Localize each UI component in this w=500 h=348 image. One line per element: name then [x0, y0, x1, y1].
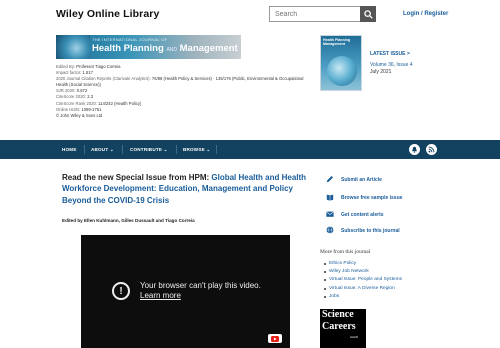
rss-button[interactable]: [426, 144, 437, 155]
video-error-message: Your browser can't play this video.: [140, 281, 261, 290]
wiley-logo[interactable]: Wiley Online Library: [56, 8, 159, 20]
nav-home[interactable]: HOME: [62, 147, 77, 152]
issue-volume[interactable]: Volume 36, Issue 4: [370, 62, 413, 68]
journal-nav-bar: HOME ABOUT ⌄ CONTRIBUTE ⌄ BROWSE ⌄: [0, 140, 500, 159]
more-from-journal-heading: More from this journal: [320, 249, 371, 255]
rss-icon: [428, 146, 435, 153]
journal-cover[interactable]: Health Planning Management: [320, 35, 362, 91]
nav-contribute-label: CONTRIBUTE: [130, 147, 163, 152]
list-item-virtual-issue-region[interactable]: Virtual Issue: A Diverse Region: [324, 285, 402, 293]
metadata-label: CiteScore 2020:: [56, 94, 88, 100]
alert-icon: !: [112, 282, 130, 300]
ad-line-science: Science: [322, 309, 354, 320]
pencil-icon: [326, 175, 334, 183]
metadata-value: 1099-1751: [81, 106, 102, 112]
journal-metadata: Edited By: Professor Tiago Correia Impact…: [56, 64, 306, 119]
book-icon: [326, 193, 334, 201]
nav-about[interactable]: ABOUT ⌄: [91, 147, 114, 153]
ad-line-careers: Careers: [322, 321, 356, 332]
metadata-line: © John Wiley & Sons Ltd: [56, 113, 306, 119]
chevron-down-icon: ⌄: [109, 147, 114, 152]
metadata-value: 2.3: [87, 94, 94, 100]
globe-image: [56, 35, 90, 59]
search-icon: [363, 9, 373, 19]
metadata-label: 2020 Journal Citation Reports (Clarivate…: [56, 76, 152, 82]
nav-browse-label: BROWSE: [183, 147, 205, 152]
metadata-line: 2020 Journal Citation Reports (Clarivate…: [56, 76, 306, 88]
metadata-label: SJR 2020:: [56, 88, 77, 94]
list-item-virtual-issue-people[interactable]: Virtual Issue: People and Systems: [324, 276, 402, 284]
nav-divider: [84, 145, 85, 154]
chevron-down-icon: ⌄: [206, 147, 211, 152]
youtube-icon: [271, 335, 279, 342]
list-item-ethics-policy[interactable]: Ethics Policy: [324, 260, 402, 268]
nav-about-label: ABOUT: [91, 147, 109, 152]
nav-divider: [176, 145, 177, 154]
metadata-value: © John Wiley & Sons Ltd: [56, 112, 103, 118]
nav-browse[interactable]: BROWSE ⌄: [183, 147, 210, 153]
metadata-value: Professor Tiago Correia: [76, 64, 121, 69]
more-from-journal-list: Ethics Policy Wiley Job Network Virtual …: [324, 260, 402, 301]
chevron-down-icon: ⌄: [163, 147, 168, 152]
top-bar: Wiley Online Library Login / Register: [0, 0, 500, 30]
metadata-label: Impact factor:: [56, 70, 83, 76]
content-alerts-link[interactable]: Get content alerts: [341, 212, 384, 218]
journal-banner[interactable]: THE INTERNATIONAL JOURNAL OF Health Plan…: [56, 35, 241, 59]
metadata-value: 0.672: [76, 88, 88, 94]
banner-subtitle: THE INTERNATIONAL JOURNAL OF: [92, 37, 168, 42]
cover-title: Health Planning Management: [323, 38, 351, 46]
headline-prefix: Read the new Special Issue from HPM:: [62, 173, 212, 182]
nav-divider: [122, 145, 123, 154]
latest-issue-link[interactable]: LATEST ISSUE >: [370, 51, 410, 57]
special-issue-headline: Read the new Special Issue from HPM: Glo…: [62, 172, 312, 206]
chevron-right-icon: >: [406, 51, 410, 57]
editors-line: Edited by Ellen Kuhlmann, Gilles Dussaul…: [62, 218, 195, 223]
nav-contribute[interactable]: CONTRIBUTE ⌄: [130, 147, 168, 153]
globe-icon: [326, 226, 334, 234]
bell-icon: [412, 146, 417, 153]
list-item-job-network[interactable]: Wiley Job Network: [324, 268, 402, 276]
issue-date: July 2021: [370, 69, 392, 75]
subscribe-link[interactable]: Subscribe to this journal: [341, 228, 400, 234]
search-button[interactable]: [360, 6, 376, 22]
metadata-label: CiteScore Rank 2020:: [56, 100, 99, 106]
metadata-value: 114/242 (Health Policy): [98, 100, 142, 106]
science-careers-ad[interactable]: Science Careers AAAS: [320, 309, 366, 348]
envelope-icon: [326, 210, 334, 218]
metadata-value: 1.517: [82, 70, 94, 76]
learn-more-link[interactable]: Learn more: [140, 291, 181, 300]
nav-divider: [216, 145, 217, 154]
metadata-label: Online ISSN:: [56, 106, 82, 112]
ad-line-aaas: AAAS: [350, 335, 359, 339]
latest-issue-label: LATEST ISSUE: [370, 51, 406, 57]
submit-article-link[interactable]: Submit an Article: [341, 177, 382, 183]
list-item-jobs[interactable]: Jobs: [324, 293, 402, 301]
youtube-logo[interactable]: [268, 334, 282, 343]
cover-globe-image: [327, 56, 357, 86]
search-input[interactable]: [269, 6, 361, 22]
notification-bell-button[interactable]: [409, 144, 420, 155]
banner-title-b: Management: [179, 43, 238, 54]
banner-title-a: Health Planning: [92, 43, 164, 54]
metadata-label: Edited By:: [56, 64, 77, 69]
banner-title: Health Planning AND Management: [92, 43, 238, 54]
free-sample-issue-link[interactable]: Browse free sample issue: [341, 195, 402, 201]
login-register-link[interactable]: Login / Register: [403, 11, 448, 17]
banner-and: AND: [166, 47, 177, 53]
